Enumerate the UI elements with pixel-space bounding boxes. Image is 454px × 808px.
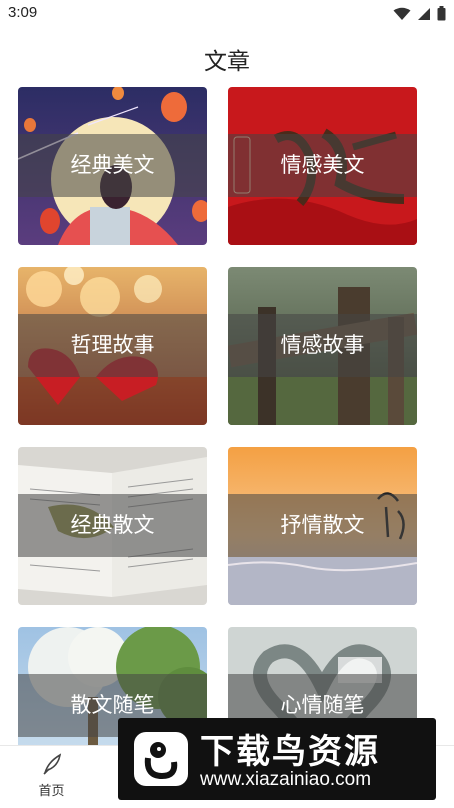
category-grid: 经典美文 情感美文 哲理故事 情感故事 经典散文 抒情散文 散文随笔 心情随笔: [0, 0, 454, 745]
category-label: 经典美文: [70, 153, 155, 177]
category-label: 情感故事: [280, 333, 365, 357]
category-card-emotional-stories[interactable]: 情感故事: [228, 267, 417, 425]
watermark-title: 下载鸟资源: [200, 732, 380, 772]
bird-logo-icon: [134, 732, 188, 786]
category-label: 情感美文: [280, 153, 365, 177]
category-card-philosophy-stories[interactable]: 哲理故事: [18, 267, 207, 425]
category-card-lyrical-prose[interactable]: 抒情散文: [228, 447, 417, 605]
category-label: 抒情散文: [280, 513, 365, 537]
category-card-emotional-essays[interactable]: 情感美文: [228, 87, 417, 245]
nav-item-home[interactable]: 首页: [14, 746, 89, 808]
category-card-classic-essays[interactable]: 经典美文: [18, 87, 207, 245]
watermark-url: www.xiazainiao.com: [200, 769, 372, 790]
category-label: 经典散文: [70, 513, 155, 537]
nav-item-label: 首页: [38, 784, 65, 799]
feather-icon: [40, 752, 64, 776]
watermark-banner: 下载鸟资源 www.xiazainiao.com: [118, 718, 436, 800]
category-label: 哲理故事: [70, 333, 155, 357]
category-card-classic-prose[interactable]: 经典散文: [18, 447, 207, 605]
